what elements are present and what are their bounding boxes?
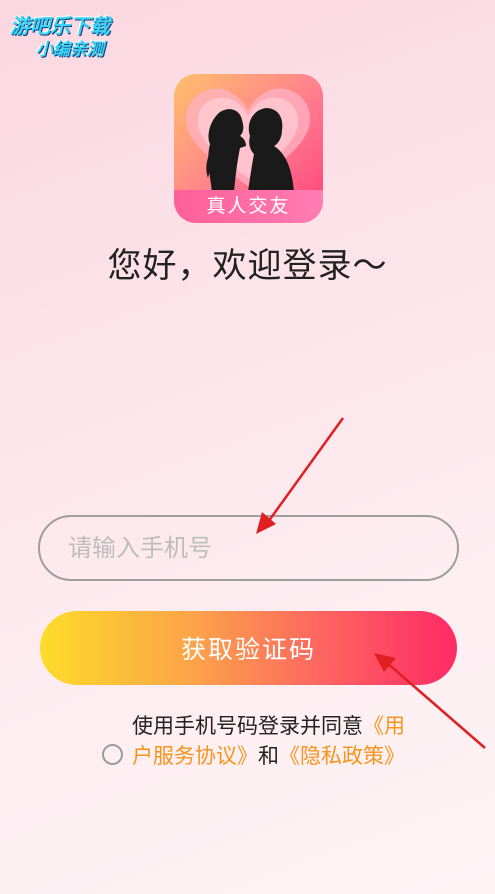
get-verification-code-button[interactable]: 获取验证码 xyxy=(40,611,457,685)
privacy-policy-link[interactable]: 《隐私政策》 xyxy=(279,744,405,768)
watermark-line-2: 小编亲测 xyxy=(36,40,104,60)
watermark-logo: 游吧乐下载 小编亲测 xyxy=(10,14,110,62)
agreement-text: 使用手机号码登录并同意《用户服务协议》和《隐私政策》 xyxy=(132,711,422,771)
agreement-radio[interactable] xyxy=(102,744,123,765)
app-logo-icon: 真人交友 xyxy=(174,74,323,223)
watermark-line-1: 游吧乐下载 xyxy=(10,14,110,38)
app-icon-label: 真人交友 xyxy=(174,190,323,223)
page-title: 您好，欢迎登录～ xyxy=(107,246,388,286)
agreement-and: 和 xyxy=(258,744,279,768)
phone-number-input[interactable] xyxy=(38,515,459,581)
agreement-prefix: 使用手机号码登录并同意 xyxy=(132,714,363,738)
